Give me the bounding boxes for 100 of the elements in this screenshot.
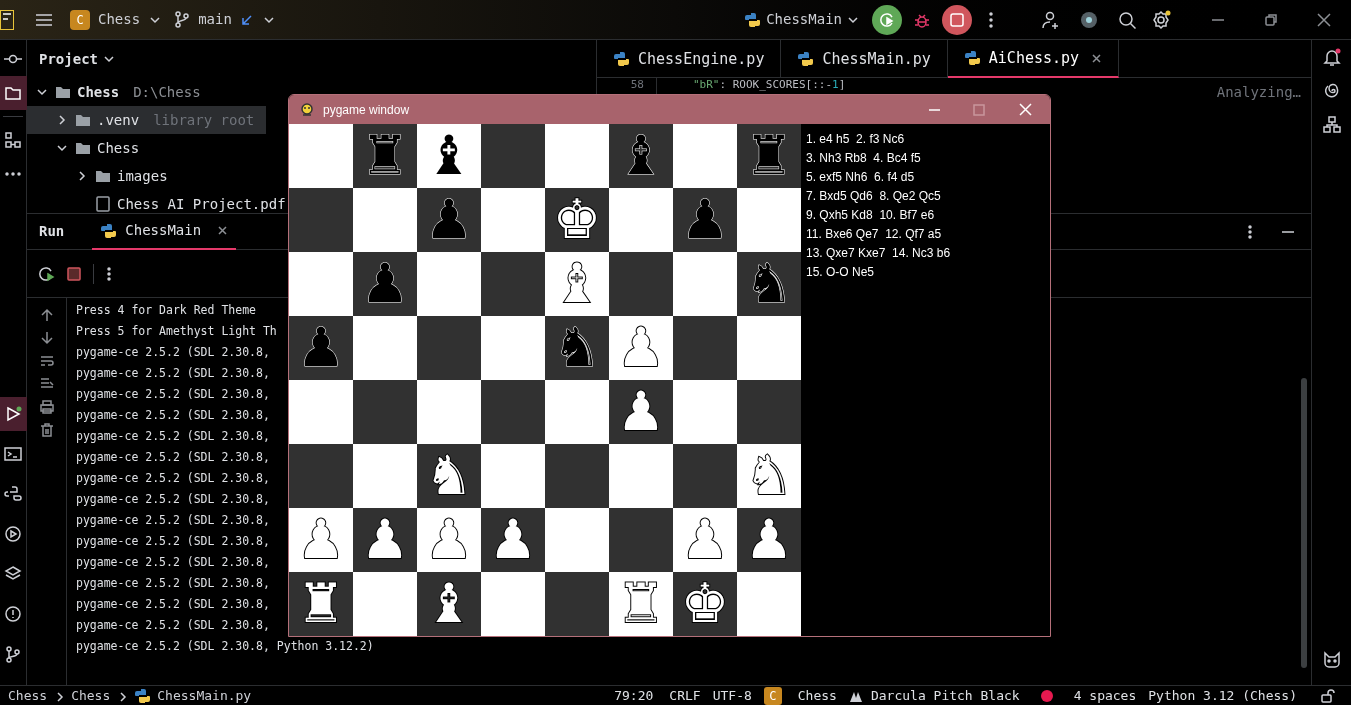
folder-tool-button[interactable] [0,76,27,110]
notifications-icon[interactable] [1322,48,1341,66]
tree-item[interactable]: .venv library root [27,106,267,134]
spiral-icon[interactable] [1322,82,1341,100]
board-square[interactable]: ♜ [609,572,673,636]
chess-piece[interactable]: ♚ [680,572,730,636]
theme-name[interactable]: Darcula Pitch Black [870,685,1020,705]
incoming-arrow-icon[interactable] [239,12,254,27]
line-separator[interactable]: CRLF [669,685,701,705]
settings-icon[interactable] [1152,9,1171,30]
more-icon[interactable] [988,11,994,28]
board-square[interactable]: ♚ [673,572,737,636]
board-square[interactable]: ♟ [417,508,481,572]
board-square[interactable]: ♜ [289,572,353,636]
python-interpreter[interactable]: Python 3.12 (Chess) [1148,685,1297,705]
chess-piece[interactable]: ♟ [424,508,474,572]
board-square[interactable]: ♝ [417,124,481,188]
more-icon[interactable] [106,266,112,281]
chess-piece[interactable]: ♟ [616,380,666,444]
folder-icon[interactable] [4,84,22,102]
git-icon[interactable] [4,645,22,663]
board-square[interactable]: ♚ [545,188,609,252]
project-name[interactable]: Chess [797,685,837,705]
more-icon[interactable] [1247,224,1253,239]
restore-icon[interactable] [1265,13,1277,26]
stop-icon[interactable] [67,266,81,281]
run-configuration-dropdown[interactable]: ChessMain [744,9,860,30]
editor-tab[interactable]: AiChess.py [947,40,1120,78]
folder-icon[interactable] [75,140,91,156]
up-arrow-icon[interactable] [39,308,54,322]
chess-piece[interactable]: ♟ [680,508,730,572]
layers-icon[interactable] [4,565,22,583]
python-icon[interactable] [797,51,815,67]
rerun-button[interactable] [872,4,902,35]
project-dropdown[interactable]: C Chess [70,9,163,30]
chess-piece[interactable]: ♜ [616,572,666,636]
stop-button[interactable] [942,4,972,35]
file-icon[interactable] [95,196,111,212]
board-square[interactable]: ♝ [545,252,609,316]
soft-wrap-icon[interactable] [39,354,54,368]
chess-piece[interactable]: ♝ [552,252,602,316]
board-square[interactable]: ♟ [481,508,545,572]
python-icon[interactable] [100,222,118,239]
search-icon[interactable] [1118,10,1136,29]
down-arrow-icon[interactable] [39,331,54,345]
chess-piece[interactable]: ♟ [488,508,538,572]
editor-tab[interactable]: ChessMain.py [781,40,948,78]
chess-piece[interactable]: ♟ [296,508,346,572]
tree-item[interactable]: Chess D:\Chess [27,78,213,106]
indent-setting[interactable]: 4 spaces [1073,685,1137,705]
python-console-icon[interactable] [4,485,22,503]
folder-icon[interactable] [75,112,91,128]
board-square[interactable]: ♞ [737,444,801,508]
editor-tab[interactable]: ChessEngine.py [597,40,782,78]
tree-item[interactable]: Chess AI Project.pdf [27,190,298,213]
cat-icon[interactable] [1322,651,1341,669]
chess-piece[interactable]: ♚ [552,188,602,252]
chess-piece[interactable]: ♞ [744,444,794,508]
lock-icon[interactable] [1321,688,1335,703]
close-icon[interactable] [217,225,229,236]
python-icon[interactable] [744,11,763,28]
tree-item[interactable]: images [27,162,180,190]
structure-icon[interactable] [4,131,22,149]
board-square[interactable]: ♝ [417,572,481,636]
terminal-icon[interactable] [4,445,22,463]
chess-piece[interactable]: ♞ [424,444,474,508]
chess-piece[interactable]: ♟ [616,316,666,380]
add-user-icon[interactable] [1042,10,1060,29]
python-icon[interactable] [134,687,152,704]
rerun-icon[interactable] [39,265,55,282]
chess-piece[interactable]: ♟ [360,508,410,572]
chess-piece[interactable]: ♜ [296,572,346,636]
problems-icon[interactable] [4,605,22,623]
app-logo-icon[interactable] [2,10,12,21]
folder-icon[interactable] [55,84,71,100]
close-icon[interactable] [1317,12,1331,27]
board-square[interactable]: ♟ [673,508,737,572]
structure-icon[interactable] [1322,116,1341,134]
python-icon[interactable] [963,50,981,66]
python-icon[interactable] [613,51,630,67]
chess-piece[interactable]: ♝ [424,124,474,188]
branch-icon[interactable] [174,11,191,28]
board-square[interactable]: ♟ [609,316,673,380]
board-square[interactable]: ♟ [353,508,417,572]
status-dot-icon[interactable] [1039,688,1054,703]
file-encoding[interactable]: UTF-8 [712,685,752,705]
tree-item[interactable]: Chess [27,134,152,162]
trash-icon[interactable] [39,423,54,437]
run-icon[interactable] [4,405,22,423]
scrollbar-thumb[interactable] [1301,378,1307,668]
board-square[interactable]: ♟ [289,508,353,572]
breadcrumb-link[interactable]: ChessMain.py [157,685,252,705]
folder-icon[interactable] [95,168,111,184]
chess-piece[interactable]: ♟ [744,508,794,572]
branch-dropdown[interactable]: main [174,9,276,30]
avatar-icon[interactable] [1080,10,1098,29]
breadcrumb-link[interactable]: Chess [71,685,111,705]
scroll-to-end-icon[interactable] [39,377,54,391]
board-square[interactable]: ♞ [417,444,481,508]
chess-piece[interactable]: ♝ [424,572,474,636]
